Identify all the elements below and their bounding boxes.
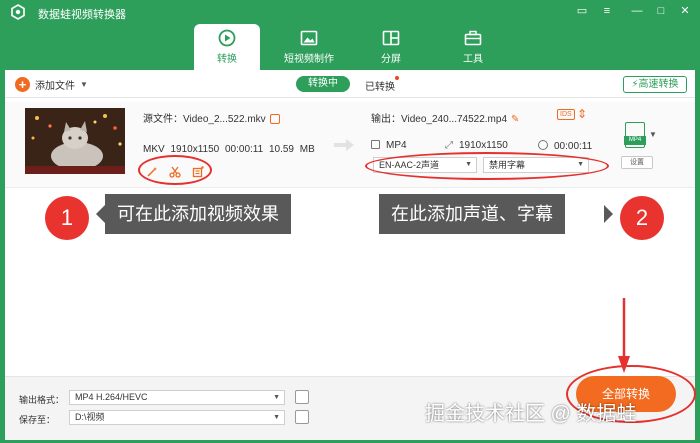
converting-tab[interactable]: 转换中 (296, 76, 350, 92)
source-meta: MKV 1910x1150 00:00:11 10.59 MB (143, 144, 315, 155)
save-path-value: D:\视频 (75, 412, 105, 422)
output-format-label: 输出格式： (19, 395, 65, 405)
output-format: MP4 (371, 140, 407, 151)
pencil-icon[interactable]: ✎ (511, 114, 519, 125)
ids-icon[interactable]: IDS (557, 109, 575, 120)
source-format: MKV (143, 144, 165, 155)
edit-frame-icon[interactable] (192, 166, 204, 178)
toolbox-icon (464, 30, 482, 46)
output-file-name: 输出：Video_240...74522.mp4 ✎ (371, 110, 519, 125)
output-format-select[interactable]: MP4 H.264/HEVC ▼ (69, 390, 285, 405)
save-path-select[interactable]: D:\视频 ▼ (69, 410, 285, 425)
add-file-label: 添加文件 (35, 80, 75, 92)
high-speed-label: 高速转换 (638, 79, 679, 90)
save-to-label: 保存至： (19, 415, 56, 425)
info-icon[interactable] (269, 114, 280, 125)
tab-label: 工具 (463, 54, 483, 65)
minimize-icon[interactable]: — (630, 4, 644, 18)
converted-tab[interactable]: 已转换 (365, 78, 395, 93)
source-duration: 00:00:11 (224, 144, 264, 155)
callout-audio-subtitle: 在此添加声道、字幕 (379, 194, 565, 234)
settings-button[interactable]: 设置 (621, 156, 653, 169)
source-file-name: 源文件：Video_2...522.mkv (143, 110, 280, 125)
tab-short-video[interactable]: 短视频制作 (276, 24, 342, 70)
callout-number-2: 2 (620, 196, 664, 240)
convert-toolbar: + 添加文件 ▼ 转换中 已转换 ⚡高速转换 (5, 70, 695, 98)
convert-icon (218, 29, 236, 47)
chevron-down-icon: ▼ (273, 414, 280, 421)
add-file-button[interactable]: + 添加文件 ▼ (15, 76, 88, 92)
effects-highlight-ring (138, 155, 212, 185)
watermark: 掘金技术社区 @ 数据蛙 (425, 403, 637, 425)
compress-icon[interactable]: ⇕ (577, 107, 587, 121)
output-format-text: MP4 (386, 140, 407, 151)
magic-wand-icon[interactable] (146, 166, 158, 178)
tab-split-screen[interactable]: 分屏 (358, 24, 424, 70)
short-video-icon (300, 30, 318, 46)
chevron-down-icon[interactable]: ▼ (80, 80, 88, 89)
callout-effects: 可在此添加视频效果 (105, 194, 291, 234)
main-tabs: 转换 短视频制作 分屏 工具 (0, 24, 700, 70)
output-name-text: 输出：Video_240...74522.mp4 (371, 114, 508, 125)
title-bar: 数据蛙视频转换器 ▭ ≡ — □ ✕ (0, 0, 700, 24)
callout-pointer-left (96, 205, 105, 223)
video-thumbnail[interactable] (25, 108, 125, 174)
app-title: 数据蛙视频转换器 (38, 9, 126, 21)
source-size: 10.59 MB (268, 144, 315, 155)
chevron-down-icon[interactable]: ▼ (649, 130, 657, 139)
callout-number-1: 1 (45, 196, 89, 240)
resize-icon: ⤢ (445, 140, 453, 151)
arrow-right-icon (334, 139, 354, 151)
file-row: 源文件：Video_2...522.mkv MKV 1910x1150 00:0… (5, 102, 695, 188)
chevron-down-icon: ▼ (273, 394, 280, 401)
close-icon[interactable]: ✕ (678, 4, 692, 18)
menu-icon[interactable]: ≡ (600, 4, 614, 18)
source-name-text: 源文件：Video_2...522.mkv (143, 114, 266, 125)
output-resolution-text: 1910x1150 (459, 140, 508, 151)
scissors-icon[interactable] (169, 166, 181, 178)
folder-icon[interactable] (295, 410, 309, 424)
high-speed-convert-button[interactable]: ⚡高速转换 (623, 76, 687, 93)
lightning-icon: ⚡ (631, 79, 639, 90)
format-tag: MP4 (624, 136, 646, 145)
audio-subtitle-highlight-ring (365, 152, 609, 180)
thumbnail-image (25, 108, 125, 174)
tab-convert[interactable]: 转换 (194, 24, 260, 70)
output-resolution: ⤢ 1910x1150 (445, 140, 508, 151)
format-settings-icon[interactable] (295, 390, 309, 404)
output-format-value: MP4 H.264/HEVC (75, 392, 148, 402)
app-window: 数据蛙视频转换器 ▭ ≡ — □ ✕ 转换 短视频制作 分屏 工具 + 添加文件… (0, 0, 700, 443)
split-screen-icon (382, 30, 400, 46)
callout-pointer-right (604, 205, 613, 223)
film-icon (371, 140, 380, 149)
plus-icon: + (15, 76, 30, 92)
maximize-icon[interactable]: □ (654, 4, 668, 18)
pointer-arrow (618, 298, 630, 373)
tab-label: 转换 (217, 54, 237, 65)
clock-icon (538, 140, 548, 150)
source-resolution: 1910x1150 (170, 144, 220, 155)
notification-dot (395, 76, 399, 80)
output-duration-text: 00:00:11 (554, 141, 593, 152)
feedback-icon[interactable]: ▭ (575, 4, 589, 18)
output-duration: 00:00:11 (538, 140, 592, 152)
tab-label: 短视频制作 (284, 54, 334, 65)
tab-label: 分屏 (381, 54, 401, 65)
app-logo-icon (11, 4, 25, 20)
tab-tools[interactable]: 工具 (440, 24, 506, 70)
